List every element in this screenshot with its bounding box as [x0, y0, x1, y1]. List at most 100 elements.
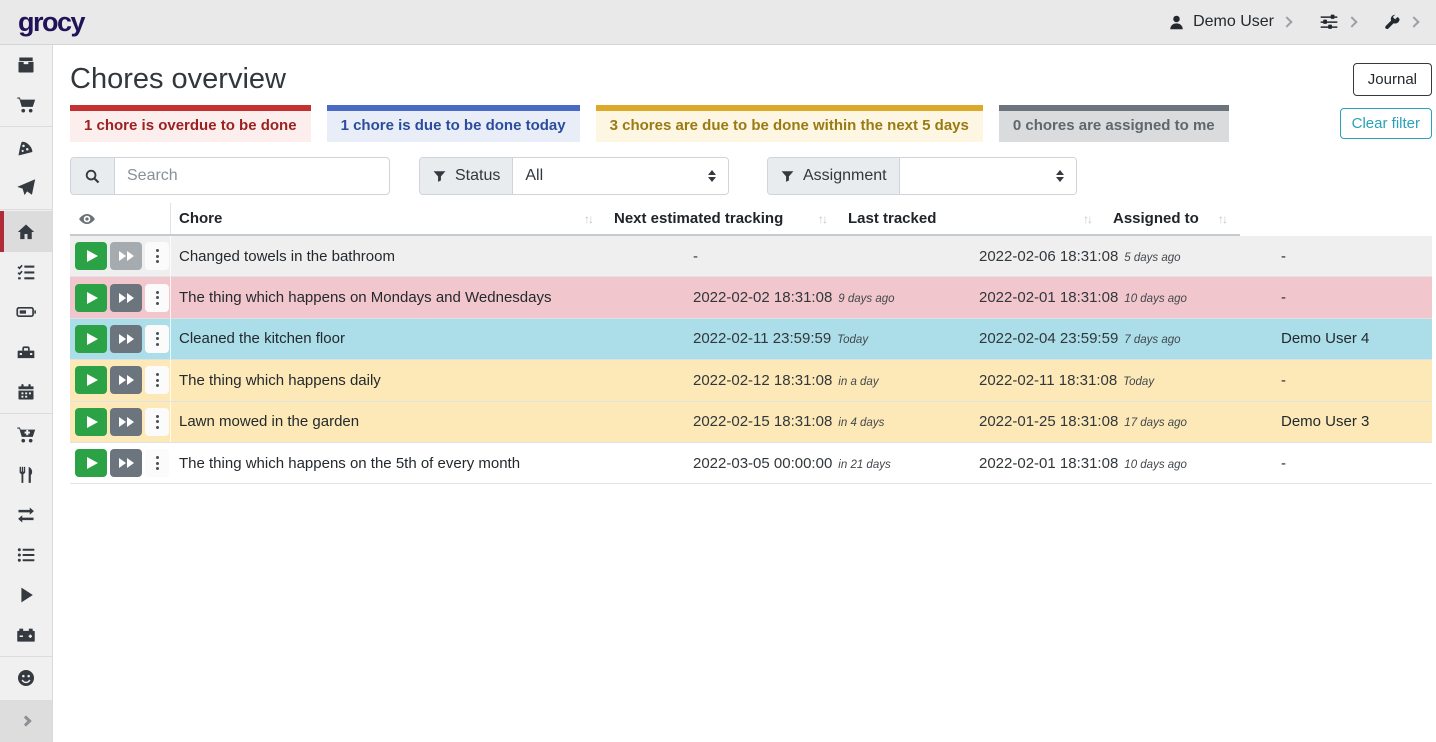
play-icon — [87, 333, 98, 345]
filter-icon — [432, 169, 447, 184]
user-menu-label: Demo User — [1193, 13, 1274, 31]
table-row: The thing which happens on Mondays and W… — [70, 277, 1432, 318]
sidebar-item-purchase[interactable] — [0, 415, 52, 455]
skip-chore-button[interactable] — [110, 284, 142, 312]
search-group — [70, 157, 390, 195]
status-banner-3[interactable]: 0 chores are assigned to me — [999, 105, 1229, 142]
column-header-assigned-to[interactable]: Assigned to — [1105, 203, 1240, 234]
track-chore-button[interactable] — [75, 325, 107, 353]
last-tracked-cell: 2022-02-01 18:31:0810 days ago — [971, 455, 1273, 472]
skip-chore-button[interactable] — [110, 408, 142, 436]
chore-name: Cleaned the kitchen floor — [171, 330, 685, 347]
row-actions — [70, 236, 171, 276]
user-menu[interactable]: Demo User — [1168, 13, 1291, 31]
column-header-chore[interactable]: Chore — [171, 203, 606, 234]
sidebar-item-shopping-list[interactable] — [0, 85, 52, 125]
chore-context-menu-button[interactable] — [145, 325, 169, 353]
sidebar-item-inventory[interactable] — [0, 535, 52, 575]
table-row: Cleaned the kitchen floor 2022-02-11 23:… — [70, 319, 1432, 360]
chore-context-menu-button[interactable] — [145, 284, 169, 312]
last-tracked-datetime: 2022-02-01 18:31:08 — [979, 455, 1118, 472]
last-tracked-cell: 2022-02-06 18:31:08 5 days ago — [971, 248, 1273, 265]
status-banner-2[interactable]: 3 chores are due to be done within the n… — [596, 105, 983, 142]
chevron-right-icon — [1281, 16, 1292, 27]
next-tracking-datetime: 2022-02-11 23:59:59 — [693, 330, 831, 347]
next-tracking-cell: - — [685, 248, 971, 265]
row-actions — [70, 277, 171, 317]
status-banner-row: 1 chore is overdue to be done 1 chore is… — [70, 105, 1432, 142]
next-tracking-relative: Today — [837, 334, 868, 346]
sidebar-item-equipment[interactable] — [0, 332, 52, 372]
sidebar-divider — [0, 209, 52, 210]
sidebar-item-tasks[interactable] — [0, 252, 52, 292]
sidebar-item-chore-tracking[interactable] — [0, 575, 52, 615]
next-tracking-datetime: 2022-02-15 18:31:08 — [693, 413, 832, 430]
clear-filter-button[interactable]: Clear filter — [1340, 108, 1432, 139]
chore-context-menu-button[interactable] — [145, 366, 169, 394]
status-filter-label: Status — [455, 167, 500, 185]
track-chore-button[interactable] — [75, 366, 107, 394]
chore-context-menu-button[interactable] — [145, 242, 169, 270]
fast-forward-icon — [127, 375, 134, 385]
next-tracking-datetime: - — [693, 248, 698, 265]
exchange-icon — [16, 505, 36, 525]
search-input[interactable] — [115, 158, 389, 194]
fast-forward-icon — [127, 334, 134, 344]
sidebar-item-stock[interactable] — [0, 45, 52, 85]
sidebar-item-feedback[interactable] — [0, 658, 52, 698]
column-header-next-tracking[interactable]: Next estimated tracking — [606, 203, 840, 234]
sidebar-item-consume[interactable] — [0, 455, 52, 495]
battery-icon — [16, 302, 36, 322]
track-chore-button[interactable] — [75, 242, 107, 270]
column-header-last-tracked[interactable]: Last tracked — [840, 203, 1105, 234]
fast-forward-icon — [127, 417, 134, 427]
table-row: Changed towels in the bathroom - 2022-02… — [70, 236, 1432, 277]
assigned-user: - — [1273, 248, 1432, 265]
next-tracking-cell: 2022-02-15 18:31:08in 4 days — [685, 413, 971, 430]
last-tracked-relative: 10 days ago — [1124, 293, 1187, 305]
banner-label: 1 chore is overdue to be done — [70, 111, 311, 142]
sidebar-item-calendar[interactable] — [0, 372, 52, 412]
last-tracked-datetime: 2022-02-06 18:31:08 — [979, 248, 1118, 265]
cart-plus-icon — [16, 425, 36, 445]
sidebar-expand-button[interactable] — [0, 700, 52, 742]
sidebar-item-batteries[interactable] — [0, 292, 52, 332]
track-chore-button[interactable] — [75, 449, 107, 477]
sort-icon — [818, 212, 826, 226]
skip-chore-button[interactable] — [110, 242, 142, 270]
skip-chore-button[interactable] — [110, 366, 142, 394]
sidebar-item-transfer[interactable] — [0, 495, 52, 535]
last-tracked-datetime: 2022-02-04 23:59:59 — [979, 330, 1118, 347]
sidebar-item-battery-tracking[interactable] — [0, 615, 52, 655]
sort-icon — [584, 212, 592, 226]
status-banner-0[interactable]: 1 chore is overdue to be done — [70, 105, 311, 142]
sidebar-item-recipes[interactable] — [0, 128, 52, 168]
chore-context-menu-button[interactable] — [145, 449, 169, 477]
admin-menu[interactable] — [1384, 14, 1418, 31]
chore-name: The thing which happens on the 5th of ev… — [171, 455, 685, 472]
last-tracked-relative: 5 days ago — [1124, 252, 1180, 264]
sidebar-item-chores[interactable] — [0, 211, 52, 252]
skip-chore-button[interactable] — [110, 325, 142, 353]
status-banner-1[interactable]: 1 chore is due to be done today — [327, 105, 580, 142]
chevron-right-icon — [1346, 16, 1357, 27]
chore-context-menu-button[interactable] — [145, 408, 169, 436]
sidebar-divider — [0, 413, 52, 414]
sidebar-item-meal-plan[interactable] — [0, 168, 52, 208]
assignment-select[interactable] — [900, 158, 1076, 194]
status-select[interactable]: All — [513, 158, 728, 194]
journal-button[interactable]: Journal — [1353, 63, 1432, 96]
next-tracking-datetime: 2022-03-05 00:00:00 — [693, 455, 832, 472]
play-icon — [87, 416, 98, 428]
sort-icon — [1083, 212, 1091, 226]
track-chore-button[interactable] — [75, 284, 107, 312]
chores-table: Chore Next estimated tracking Last track… — [70, 203, 1432, 484]
grocy-logo[interactable]: grocy — [18, 7, 84, 38]
play-icon — [16, 585, 36, 605]
play-icon — [87, 292, 98, 304]
filter-row: Status All Assignment — [70, 157, 1432, 195]
skip-chore-button[interactable] — [110, 449, 142, 477]
settings-menu[interactable] — [1319, 12, 1356, 32]
track-chore-button[interactable] — [75, 408, 107, 436]
sidebar — [0, 45, 53, 742]
